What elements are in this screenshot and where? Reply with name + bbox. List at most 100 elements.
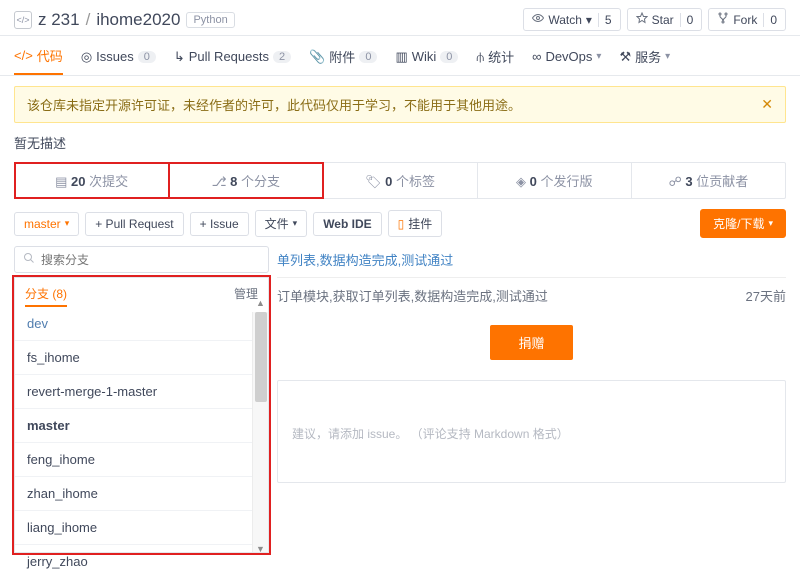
code-icon: </>: [14, 48, 33, 63]
users-icon: ☍: [669, 174, 682, 189]
tab-issues-count: 0: [138, 51, 156, 63]
language-badge: Python: [186, 12, 234, 28]
repo-tabs: </> 代码 ◎ Issues 0 ↳ Pull Requests 2 📎 附件…: [0, 36, 800, 76]
branch-scrollbar[interactable]: ▲ ▼: [252, 312, 268, 552]
scroll-thumb[interactable]: [255, 312, 267, 402]
branch-item[interactable]: zhan_ihome: [15, 476, 252, 510]
fork-count: 0: [763, 13, 777, 27]
toolbar: master ▾ + Pull Request + Issue 文件 ▾ Web…: [14, 209, 786, 238]
chevron-down-icon: ▾: [65, 218, 70, 229]
tab-pr-count: 2: [273, 51, 291, 63]
infinity-icon: ∞: [532, 49, 541, 64]
tab-wiki-count: 0: [440, 51, 458, 63]
tab-devops-label: DevOps: [545, 49, 592, 64]
tab-pr[interactable]: ↳ Pull Requests 2: [174, 36, 291, 75]
tab-stats[interactable]: ⫛ 统计: [476, 36, 514, 75]
chevron-down-icon: ▾: [293, 218, 298, 229]
branch-item[interactable]: dev: [15, 312, 252, 340]
license-alert-text: 该仓库未指定开源许可证，未经作者的许可，此代码仅用于学习，不能用于其他用途。: [27, 95, 521, 114]
repo-name-link[interactable]: ihome2020: [96, 10, 180, 30]
tab-code[interactable]: </> 代码: [14, 36, 63, 75]
star-button[interactable]: Star 0: [627, 8, 703, 31]
star-count: 0: [680, 13, 694, 27]
tab-code-label: 代码: [37, 46, 63, 65]
webide-button[interactable]: Web IDE: [313, 212, 381, 236]
branch-item[interactable]: revert-merge-1-master: [15, 374, 252, 408]
branch-item[interactable]: master: [15, 408, 252, 442]
branch-panel: 分支 (8) 管理 devfs_ihomerevert-merge-1-mast…: [14, 277, 269, 553]
stat-branches-num: 8: [230, 174, 237, 189]
stat-commits-num: 20: [71, 174, 85, 189]
bookmark-icon: ▯: [398, 217, 405, 231]
branch-item[interactable]: liang_ihome: [15, 510, 252, 544]
tab-issues-label: Issues: [96, 49, 134, 64]
wiki-icon: ▥: [395, 49, 407, 65]
files-button[interactable]: 文件 ▾: [255, 210, 308, 237]
watch-button[interactable]: Watch ▾ 5: [523, 8, 620, 31]
stat-commits[interactable]: ▤ 20 次提交: [15, 163, 169, 198]
license-alert: 该仓库未指定开源许可证，未经作者的许可，此代码仅用于学习，不能用于其他用途。 ✕: [14, 86, 786, 123]
star-icon: [636, 12, 648, 27]
widget-button[interactable]: ▯ 挂件: [388, 210, 443, 237]
issue-hint-text: 建议，请添加 issue。 （评论支持 Markdown 格式）: [278, 407, 785, 482]
tab-attach[interactable]: 📎 附件 0: [309, 36, 377, 75]
fork-icon: [717, 12, 729, 27]
close-icon[interactable]: ✕: [761, 96, 773, 113]
fork-label: Fork: [733, 13, 757, 27]
tab-attach-count: 0: [359, 51, 377, 63]
chevron-down-icon: ▾: [768, 218, 773, 229]
tab-issues[interactable]: ◎ Issues 0: [81, 36, 156, 75]
tab-attach-label: 附件: [329, 47, 355, 66]
stat-tags-num: 0: [385, 174, 392, 189]
issue-panel-tab[interactable]: [278, 381, 309, 407]
stat-releases[interactable]: ◈ 0 个发行版: [478, 163, 632, 198]
stat-tags-label: 个标签: [396, 174, 435, 189]
tab-wiki[interactable]: ▥ Wiki 0: [395, 36, 458, 75]
service-icon: ⚒: [619, 49, 631, 65]
scroll-up-icon[interactable]: ▲: [253, 298, 268, 308]
watch-count: 5: [598, 13, 612, 27]
branch-selector-button[interactable]: master ▾: [14, 212, 79, 236]
send-icon: ◈: [516, 174, 526, 189]
latest-commit-title[interactable]: 单列表,数据构造完成,测试通过: [277, 246, 786, 278]
clone-download-button[interactable]: 克隆/下载 ▾: [700, 209, 786, 238]
repo-actions: Watch ▾ 5 Star 0 Fork 0: [523, 8, 786, 31]
new-issue-button[interactable]: + Issue: [190, 212, 249, 236]
branch-item[interactable]: fs_ihome: [15, 340, 252, 374]
stat-tags[interactable]: 🏷 0 个标签: [323, 163, 477, 198]
star-label: Star: [652, 13, 674, 27]
stat-releases-num: 0: [530, 174, 537, 189]
latest-commit-msg: 订单模块,获取订单列表,数据构造完成,测试通过: [277, 286, 548, 305]
stat-branches[interactable]: ⎇ 8 个分支: [169, 163, 323, 198]
stat-contributors-num: 3: [685, 174, 692, 189]
branch-search-input[interactable]: [41, 253, 260, 267]
branch-item[interactable]: jerry_zhao: [15, 544, 252, 578]
branch-search[interactable]: [14, 246, 269, 273]
branch-icon: ⎇: [212, 174, 227, 189]
donate-button[interactable]: 捐赠: [490, 325, 572, 360]
branch-tab-label[interactable]: 分支 (8): [25, 285, 67, 307]
tab-wiki-label: Wiki: [412, 49, 437, 64]
widget-label: 挂件: [408, 215, 432, 232]
tab-stats-label: 统计: [488, 47, 514, 66]
fork-button[interactable]: Fork 0: [708, 8, 786, 31]
stat-commits-label: 次提交: [89, 174, 128, 189]
chevron-down-icon: ▾: [596, 51, 601, 62]
tab-service[interactable]: ⚒ 服务 ▾: [619, 36, 670, 75]
breadcrumb-sep: /: [86, 10, 91, 30]
scroll-down-icon[interactable]: ▼: [253, 544, 268, 554]
watch-label: Watch: [548, 13, 582, 27]
new-pr-button[interactable]: + Pull Request: [85, 212, 183, 236]
stat-branches-label: 个分支: [241, 174, 280, 189]
chevron-down-icon: ▾: [586, 13, 592, 27]
repo-icon: </>: [14, 11, 32, 29]
tag-icon: 🏷: [365, 174, 382, 189]
stat-contributors[interactable]: ☍ 3 位贡献者: [632, 163, 785, 198]
breadcrumb: </> z 231 / ihome2020 Python: [14, 10, 235, 30]
tab-devops[interactable]: ∞ DevOps ▾: [532, 36, 601, 75]
latest-commit-time: 27天前: [746, 286, 786, 305]
chevron-down-icon: ▾: [665, 51, 670, 62]
branch-item[interactable]: feng_ihome: [15, 442, 252, 476]
owner-link[interactable]: z 231: [38, 10, 80, 30]
tab-service-label: 服务: [635, 47, 661, 66]
